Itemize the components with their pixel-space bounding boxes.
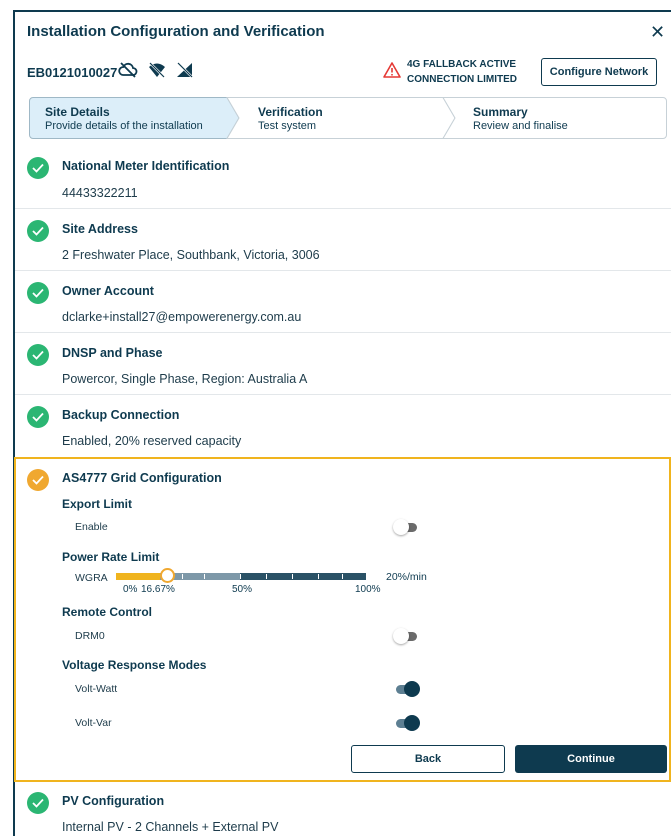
back-button[interactable]: Back	[351, 745, 505, 773]
step-site-details[interactable]: Site Details Provide details of the inst…	[45, 105, 203, 133]
wifi-off-icon	[149, 62, 165, 78]
step-subtitle: Provide details of the installation	[45, 120, 203, 132]
step-title: Summary	[473, 105, 528, 119]
section-title-dnsp-phase: DNSP and Phase	[62, 346, 163, 360]
export-limit-enable-label: Enable	[75, 521, 108, 533]
section-title-site-address: Site Address	[62, 222, 138, 236]
wgra-label: WGRA	[75, 572, 108, 584]
warning-line-2: CONNECTION LIMITED	[407, 74, 517, 85]
wgra-slider[interactable]	[116, 568, 366, 583]
stepper: Site Details Provide details of the inst…	[29, 97, 667, 139]
section-value-backup-connection: Enabled, 20% reserved capacity	[62, 434, 242, 448]
section-title-owner-account: Owner Account	[62, 284, 154, 298]
export-limit-heading: Export Limit	[62, 497, 133, 511]
voltage-response-heading: Voltage Response Modes	[62, 658, 207, 672]
check-icon	[27, 792, 49, 814]
section-title-grid-config: AS4777 Grid Configuration	[62, 471, 222, 485]
divider	[15, 332, 671, 333]
drm0-toggle[interactable]	[393, 627, 419, 645]
section-title-pv-config: PV Configuration	[62, 794, 165, 808]
step-subtitle: Test system	[258, 120, 317, 132]
close-icon[interactable]: ✕	[650, 22, 665, 43]
check-icon	[27, 157, 49, 179]
section-value-nmi: 44433322211	[62, 186, 138, 200]
warning-triangle-icon	[383, 62, 401, 78]
signal-off-icon	[177, 62, 193, 78]
step-subtitle: Review and finalise	[473, 120, 568, 132]
step-summary[interactable]: Summary Review and finalise	[473, 105, 568, 133]
continue-button[interactable]: Continue	[515, 745, 667, 773]
volt-var-label: Volt-Var	[75, 717, 112, 729]
slider-fill	[116, 573, 160, 580]
dialog-title: Installation Configuration and Verificat…	[27, 23, 325, 40]
slider-thumb[interactable]	[160, 568, 175, 583]
step-verification[interactable]: Verification Test system	[258, 105, 323, 133]
export-limit-toggle[interactable]	[393, 518, 419, 536]
in-progress-check-icon	[27, 469, 49, 491]
tick-label-50: 50%	[232, 584, 253, 595]
device-id: EB0121010027	[27, 65, 118, 80]
cloud-off-icon	[118, 62, 138, 78]
volt-watt-toggle[interactable]	[394, 680, 420, 698]
step-title: Site Details	[45, 105, 110, 119]
warning-line-1: 4G FALLBACK ACTIVE	[407, 59, 517, 70]
section-value-site-address: 2 Freshwater Place, Southbank, Victoria,…	[62, 248, 320, 262]
section-value-pv-config: Internal PV - 2 Channels + External PV	[62, 820, 279, 834]
tick-label-0: 0%	[123, 584, 138, 595]
tick-label-16: 16.67%	[141, 584, 175, 595]
divider	[15, 208, 671, 209]
section-title-backup-connection: Backup Connection	[62, 408, 180, 422]
divider	[15, 270, 671, 271]
slider-track-upper	[240, 573, 366, 580]
check-icon	[27, 220, 49, 242]
tick-label-100: 100%	[355, 584, 381, 595]
check-icon	[27, 344, 49, 366]
section-value-dnsp-phase: Powercor, Single Phase, Region: Australi…	[62, 372, 308, 386]
connection-status-icons	[118, 62, 194, 78]
power-rate-limit-heading: Power Rate Limit	[62, 550, 160, 564]
drm0-label: DRM0	[75, 630, 105, 642]
network-warning-text: 4G FALLBACK ACTIVE CONNECTION LIMITED	[407, 57, 517, 87]
section-value-owner-account: dclarke+install27@empowerenergy.com.au	[62, 310, 302, 324]
check-icon	[27, 282, 49, 304]
volt-var-toggle[interactable]	[394, 714, 420, 732]
rate-value: 20%/min	[386, 571, 427, 583]
divider	[15, 394, 671, 395]
section-title-nmi: National Meter Identification	[62, 159, 230, 173]
step-title: Verification	[258, 105, 323, 119]
check-icon	[27, 406, 49, 428]
volt-watt-label: Volt-Watt	[75, 683, 118, 695]
remote-control-heading: Remote Control	[62, 605, 152, 619]
configure-network-button[interactable]: Configure Network	[541, 58, 657, 86]
